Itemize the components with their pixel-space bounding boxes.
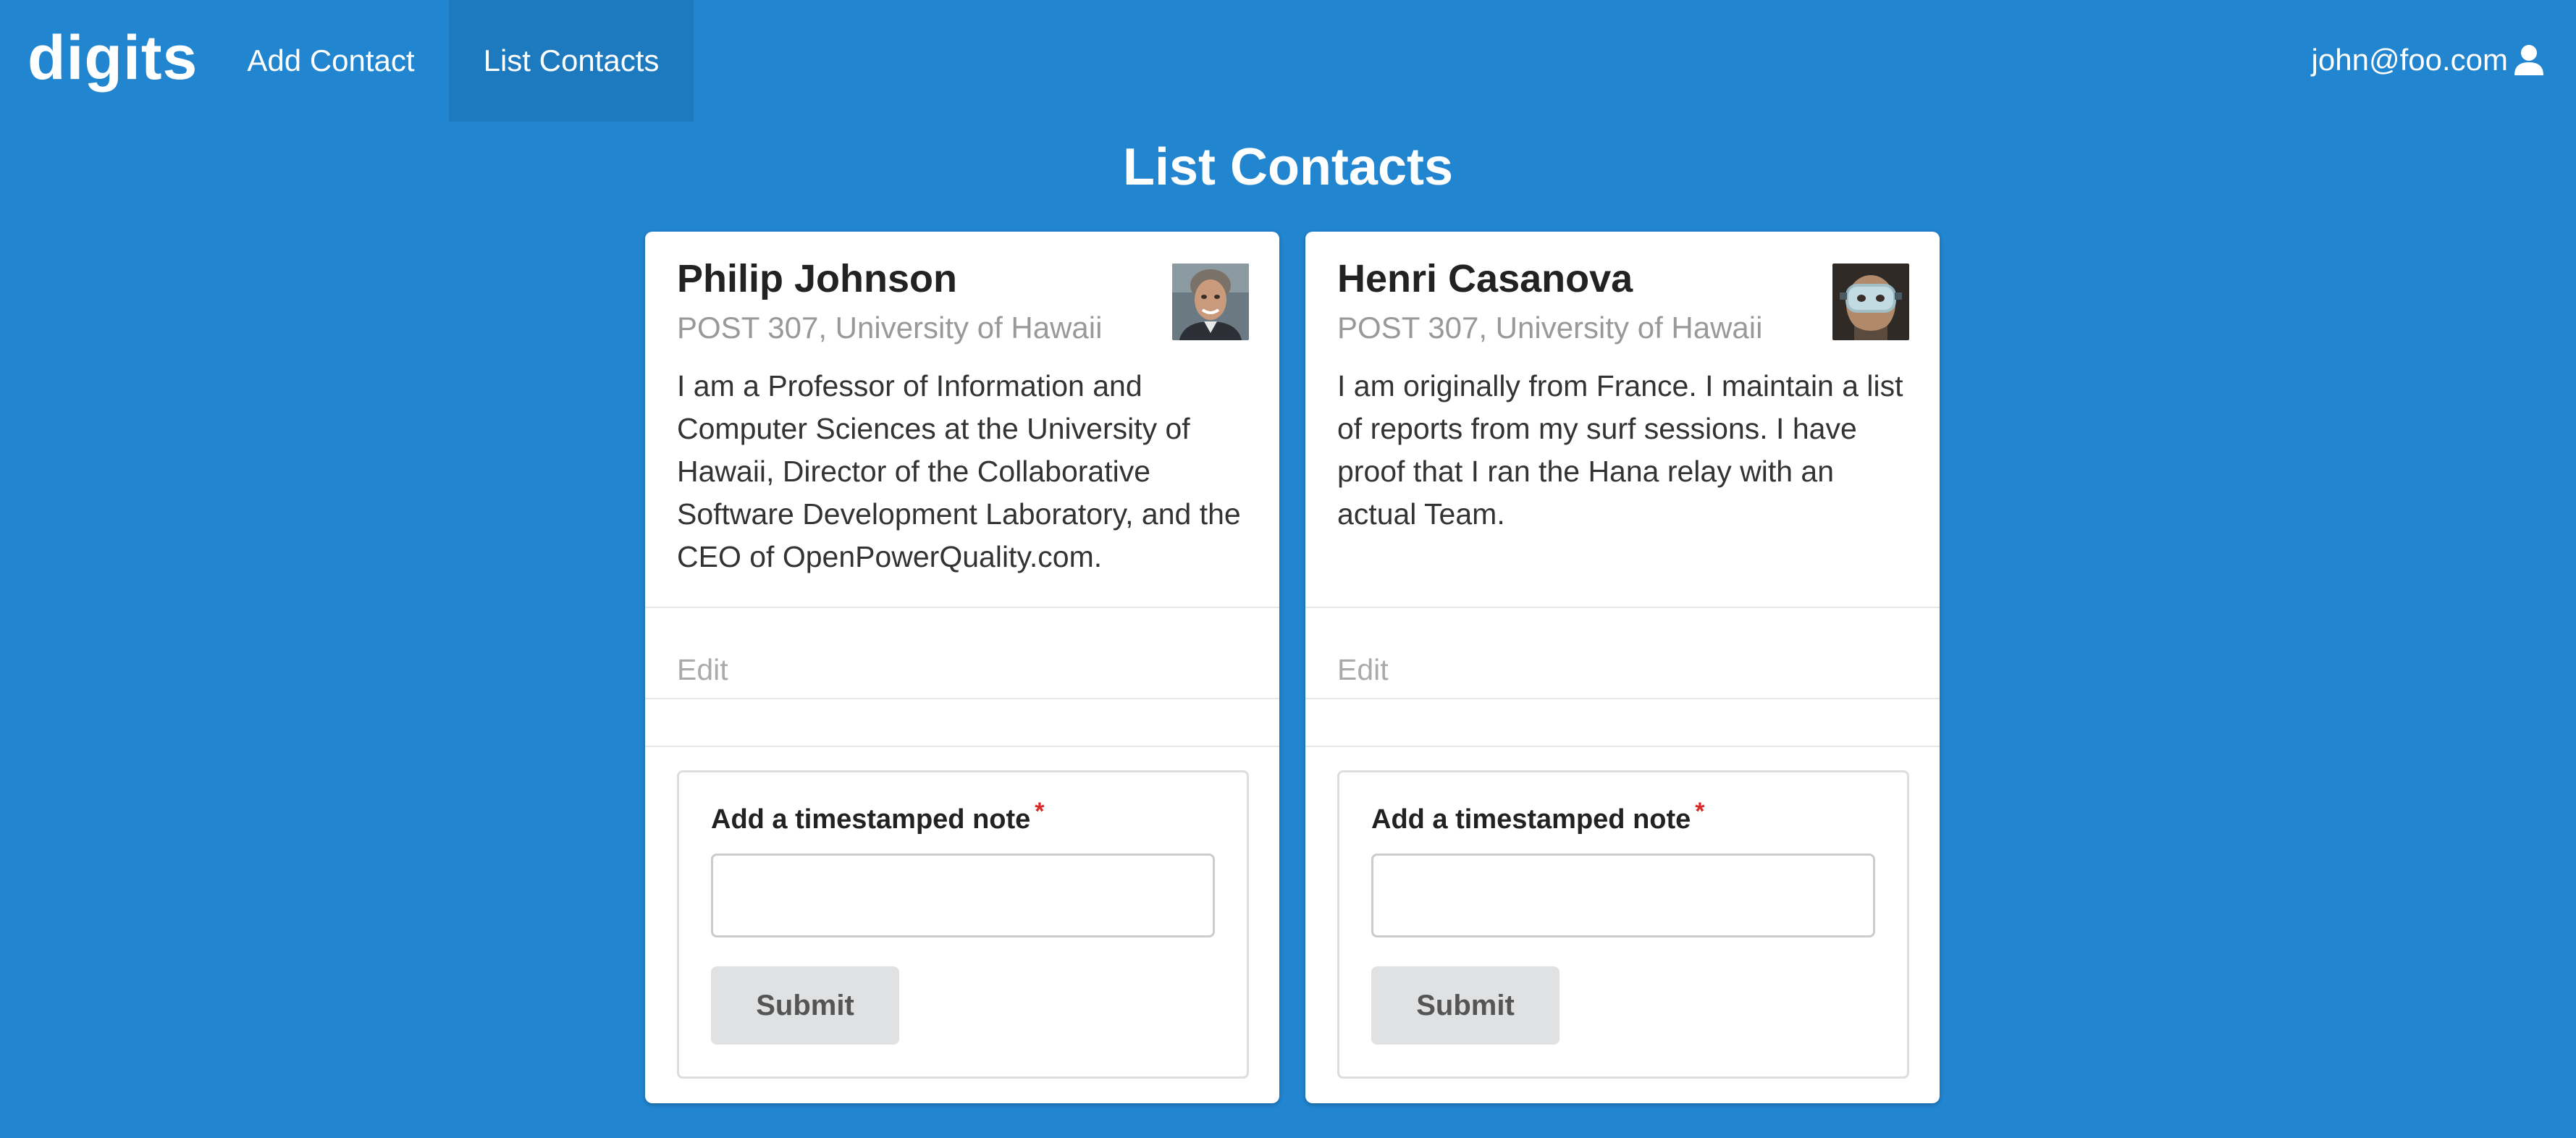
required-marker: * (1035, 798, 1045, 825)
top-navbar: digits Add Contact List Contacts john@fo… (0, 0, 2576, 122)
brand-logo[interactable]: digits (28, 0, 198, 116)
contact-description: I am originally from France. I maintain … (1337, 369, 1903, 531)
avatar (1832, 264, 1909, 340)
avatar (1172, 264, 1249, 340)
submit-button[interactable]: Submit (711, 966, 899, 1045)
user-menu[interactable]: john@foo.com (2312, 0, 2546, 119)
note-input[interactable] (1371, 854, 1875, 937)
nav-add-contact[interactable]: Add Contact (213, 0, 449, 122)
contact-card: Philip Johnson POST 307, University of H… (645, 232, 1279, 1103)
contact-description: I am a Professor of Information and Comp… (677, 369, 1241, 573)
divider (1305, 698, 1940, 699)
card-header: Henri Casanova POST 307, University of H… (1337, 257, 1837, 345)
note-form: Add a timestamped note * Submit (1337, 770, 1909, 1079)
page-title: List Contacts (1122, 138, 1454, 196)
contact-name: Philip Johnson (677, 257, 957, 300)
note-field-label: Add a timestamped note * (711, 798, 1045, 835)
divider (645, 698, 1279, 699)
note-label-text: Add a timestamped note (711, 804, 1031, 835)
contact-name: Henri Casanova (1337, 257, 1633, 300)
card-header: Philip Johnson POST 307, University of H… (677, 257, 1177, 345)
required-marker: * (1695, 798, 1705, 825)
submit-button[interactable]: Submit (1371, 966, 1560, 1045)
divider (1305, 746, 1940, 747)
contact-card: Henri Casanova POST 307, University of H… (1305, 232, 1940, 1103)
note-form: Add a timestamped note * Submit (677, 770, 1249, 1079)
contact-address: POST 307, University of Hawaii (1337, 311, 1763, 345)
note-field-label: Add a timestamped note * (1371, 798, 1705, 835)
edit-link[interactable]: Edit (1337, 653, 1389, 687)
contact-address: POST 307, University of Hawaii (677, 311, 1103, 345)
edit-link[interactable]: Edit (677, 653, 728, 687)
divider (645, 607, 1279, 608)
note-input[interactable] (711, 854, 1215, 937)
user-email: john@foo.com (2311, 42, 2508, 77)
divider (645, 746, 1279, 747)
note-label-text: Add a timestamped note (1371, 804, 1691, 835)
divider (1305, 607, 1940, 608)
nav-list-contacts[interactable]: List Contacts (449, 0, 694, 122)
user-icon (2512, 43, 2546, 77)
